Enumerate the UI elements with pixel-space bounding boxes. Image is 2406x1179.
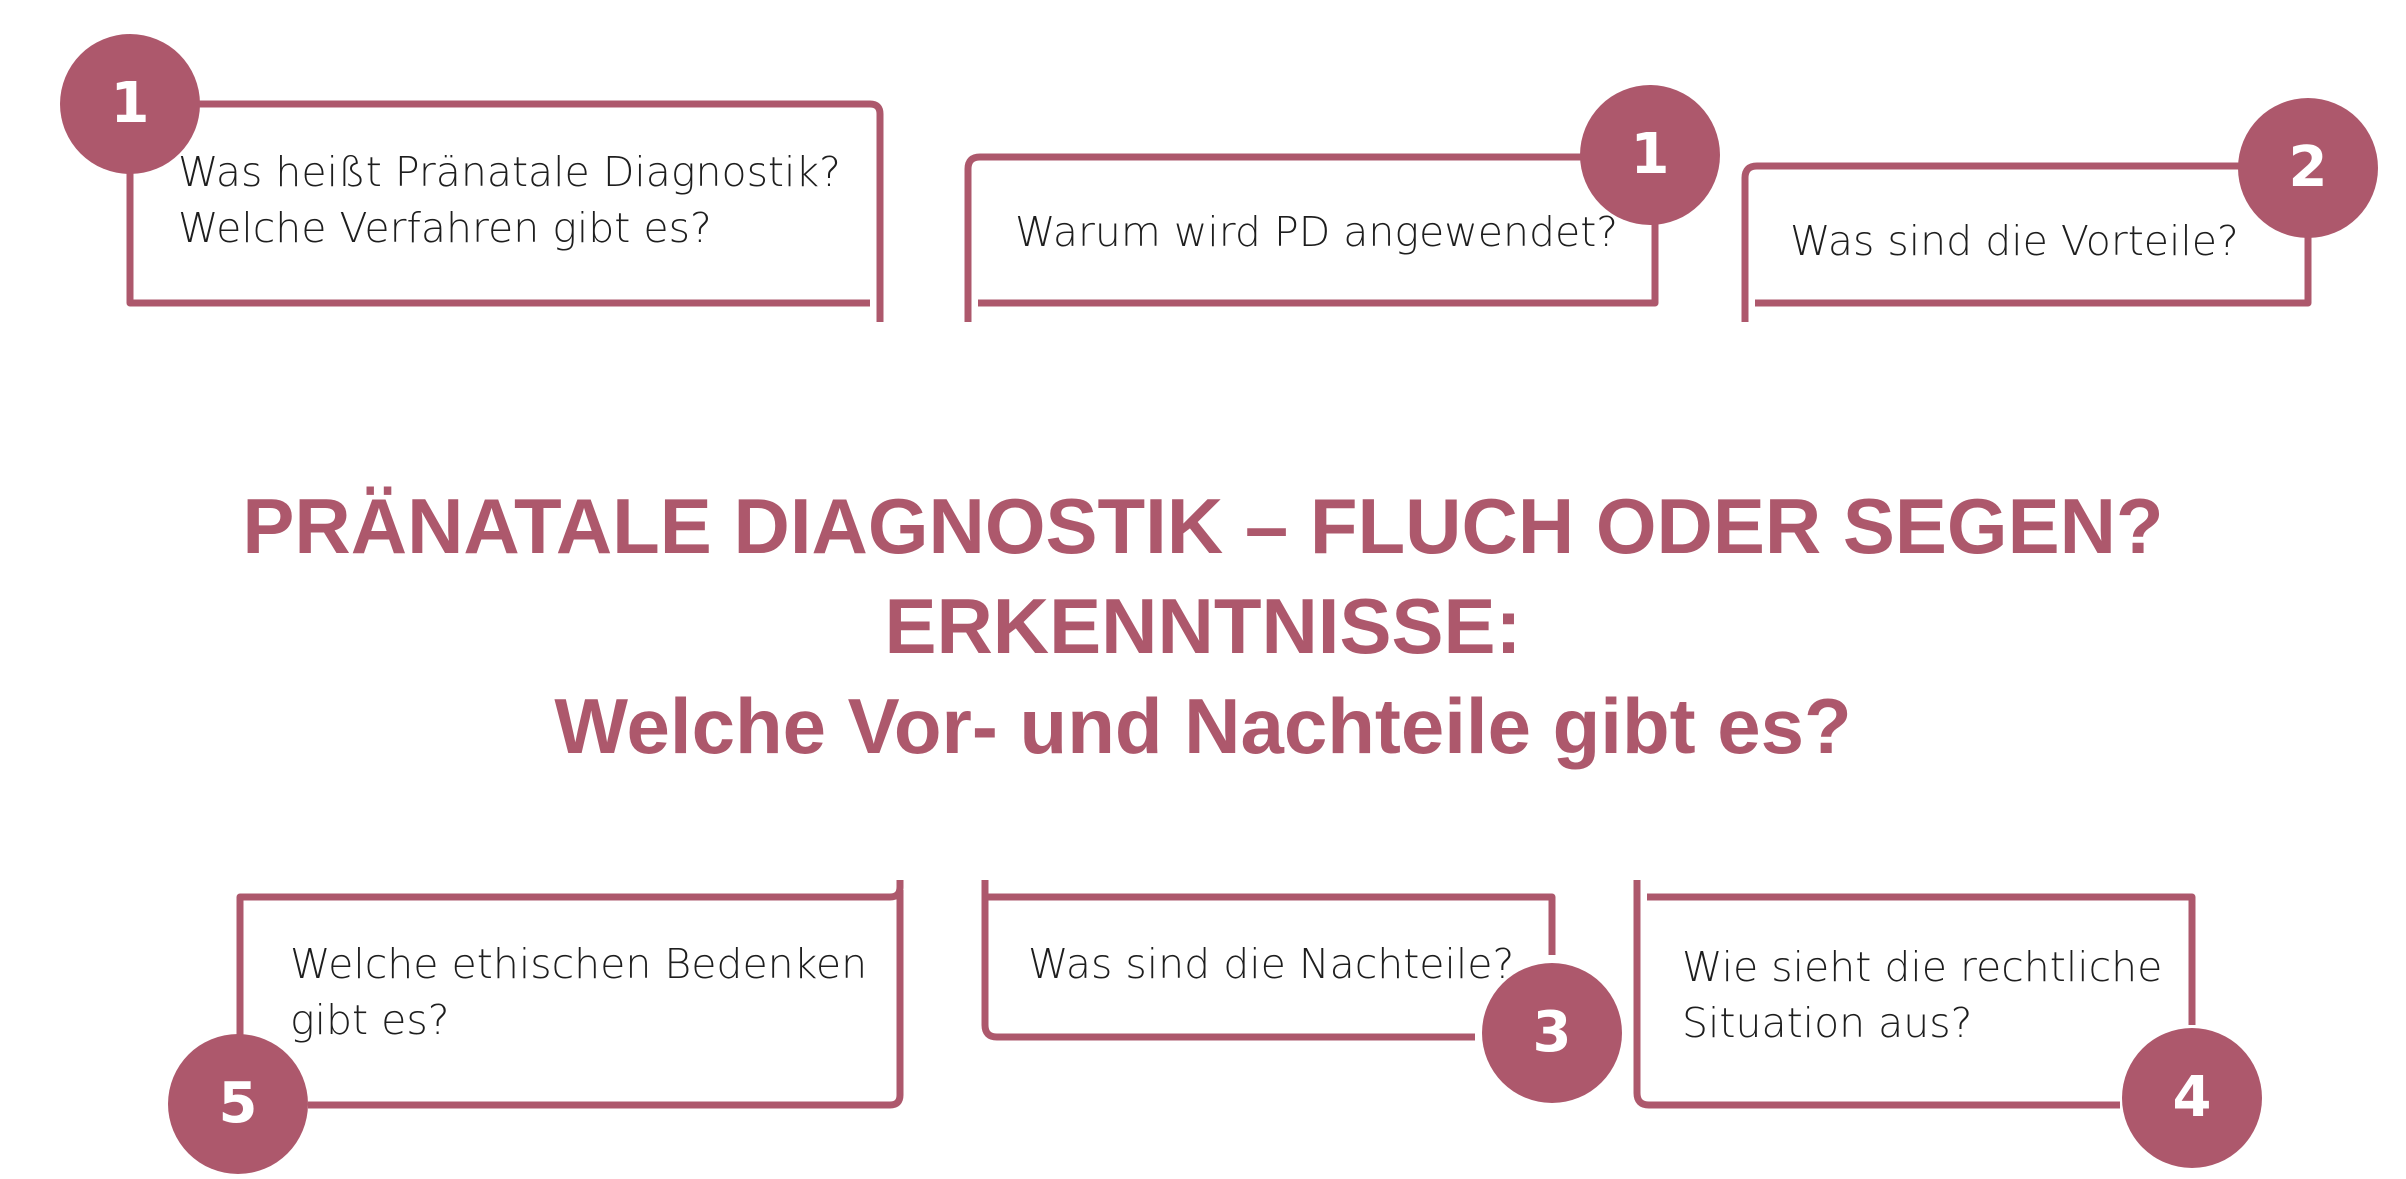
card-1-line-1: Was heißt Pränatale Diagnostik? xyxy=(178,148,841,196)
card-3-text: Was sind die Vorteile? xyxy=(1790,213,2239,269)
card-4-line-2: Situation aus? xyxy=(1682,999,1973,1047)
card-5-line-1: Welche ethischen Bedenken xyxy=(290,940,868,988)
card-nachteile-line-1: Was sind die Nachteile? xyxy=(1028,940,1515,988)
badge-3-number: 2 xyxy=(2288,135,2328,200)
card-2-text: Warum wird PD angewendet? xyxy=(1015,204,1618,260)
card-3-line-1: Was sind die Vorteile? xyxy=(1790,217,2239,265)
card-4-text: Wie sieht die rechtliche Situation aus? xyxy=(1682,939,2162,1051)
title-line-1: PRÄNATALE DIAGNOSTIK – FLUCH ODER SEGEN? xyxy=(242,482,2164,570)
card-2-line-1: Warum wird PD angewendet? xyxy=(1015,208,1619,256)
card-5-line-2: gibt es? xyxy=(290,996,450,1044)
title-line-3: Welche Vor- und Nachteile gibt es? xyxy=(554,682,1852,770)
card-4-line-1: Wie sieht die rechtliche xyxy=(1682,943,2163,991)
title-line-2: ERKENNTNISSE: xyxy=(884,582,1522,670)
card-nachteile-text: Was sind die Nachteile? xyxy=(1028,936,1514,992)
card-1-text: Was heißt Pränatale Diagnostik? Welche V… xyxy=(178,144,841,256)
card-1-line-2: Welche Verfahren gibt es? xyxy=(178,204,712,252)
card-5-text: Welche ethischen Bedenken gibt es? xyxy=(290,936,867,1048)
badge-5-number: 5 xyxy=(218,1071,258,1136)
